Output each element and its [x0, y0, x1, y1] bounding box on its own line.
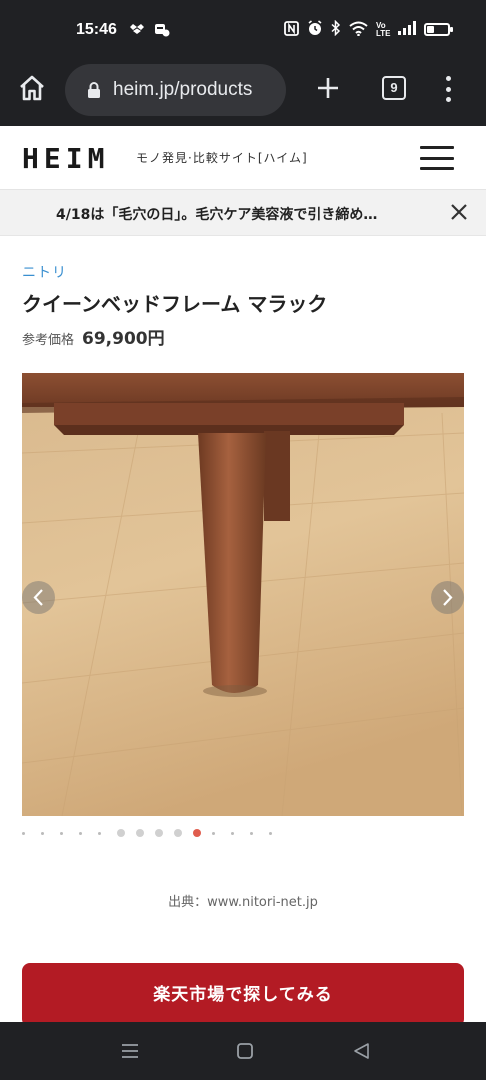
carousel-dot[interactable] [60, 831, 63, 835]
menu-button[interactable] [420, 146, 454, 170]
hamburger-line [420, 146, 454, 149]
status-system-icons: Vo LTE [284, 19, 453, 39]
carousel-dot[interactable] [155, 829, 163, 837]
price-value: 69,900円 [82, 329, 165, 349]
announcement-text[interactable]: 4/18は「毛穴の日」。毛穴ケア美容液で引き締め… [56, 204, 426, 224]
new-tab-button[interactable] [313, 73, 343, 103]
carousel-prev-button[interactable] [22, 581, 55, 614]
site-header: HEIM モノ発見·比較サイト[ハイム] [0, 126, 486, 190]
carousel-dot-active[interactable] [193, 829, 201, 837]
signal-icon [398, 21, 416, 38]
price-label: 参考価格 [22, 333, 75, 348]
dropbox-icon [130, 22, 144, 42]
hamburger-line [420, 167, 454, 170]
carousel-dot[interactable] [231, 831, 234, 835]
battery-level [427, 26, 434, 33]
carousel-next-button[interactable] [431, 581, 464, 614]
carousel-dot[interactable] [117, 829, 125, 837]
wifi-icon [349, 21, 368, 39]
announcement-close-button[interactable] [448, 201, 470, 223]
product-brand-link[interactable]: ニトリ [22, 262, 67, 282]
status-bar: 15:46 Vo LTE [0, 0, 486, 60]
plus-icon [318, 78, 338, 98]
product-image[interactable] [22, 373, 464, 816]
volte-icon: Vo LTE [376, 20, 391, 38]
browser-toolbar: heim.jp/products 9 [0, 60, 486, 126]
site-logo[interactable]: HEIM [22, 142, 109, 175]
nfc-icon [284, 20, 299, 39]
battery-icon [424, 23, 453, 36]
lock-icon [88, 82, 100, 98]
chevron-right-icon [443, 589, 453, 606]
browser-menu-button[interactable] [438, 76, 458, 102]
carousel-dot[interactable] [22, 831, 25, 835]
price-row: 参考価格 69,900円 [22, 324, 165, 349]
carousel-dot[interactable] [174, 829, 182, 837]
back-nav-button[interactable] [350, 1040, 372, 1062]
close-icon [451, 204, 467, 220]
home-nav-button[interactable] [234, 1040, 256, 1062]
menu-dot [445, 86, 451, 92]
site-tagline: モノ発見·比較サイト[ハイム] [136, 151, 308, 165]
status-time: 15:46 [76, 21, 117, 38]
chevron-left-icon [33, 589, 43, 606]
status-notifications [130, 22, 170, 42]
menu-lines-icon [122, 1044, 138, 1058]
carousel-indicator [22, 828, 288, 838]
carousel-dot[interactable] [136, 829, 144, 837]
app-notification-icon [154, 22, 170, 42]
carousel-dot[interactable] [212, 831, 215, 835]
announcement-bar[interactable]: 4/18は「毛穴の日」。毛穴ケア美容液で引き締め… [0, 190, 486, 236]
rakuten-search-button[interactable]: 楽天市場で探してみる [22, 963, 464, 1027]
menu-dot [445, 76, 451, 81]
triangle-back-icon [354, 1043, 369, 1059]
tab-switcher-button[interactable]: 9 [382, 76, 406, 100]
bluetooth-icon [331, 19, 341, 39]
carousel-dot[interactable] [269, 831, 272, 835]
bed-leg-photo [22, 373, 464, 816]
image-source-credit: 出典：www.nitori-net.jp [168, 895, 318, 910]
system-navigation-bar [0, 1022, 486, 1080]
carousel-dot[interactable] [79, 831, 82, 835]
square-icon [237, 1043, 253, 1059]
alarm-icon [307, 20, 323, 39]
address-bar[interactable]: heim.jp/products [65, 64, 286, 116]
hamburger-line [420, 156, 454, 160]
home-icon [20, 75, 44, 101]
carousel-dot[interactable] [41, 831, 44, 835]
home-button[interactable] [18, 74, 46, 102]
carousel-dot[interactable] [250, 831, 253, 835]
carousel-dot[interactable] [98, 831, 101, 835]
recent-apps-button[interactable] [119, 1040, 141, 1062]
menu-dot [445, 97, 451, 102]
url-text: heim.jp/products [113, 79, 253, 100]
product-title: クイーンベッドフレーム マラック [22, 292, 328, 316]
